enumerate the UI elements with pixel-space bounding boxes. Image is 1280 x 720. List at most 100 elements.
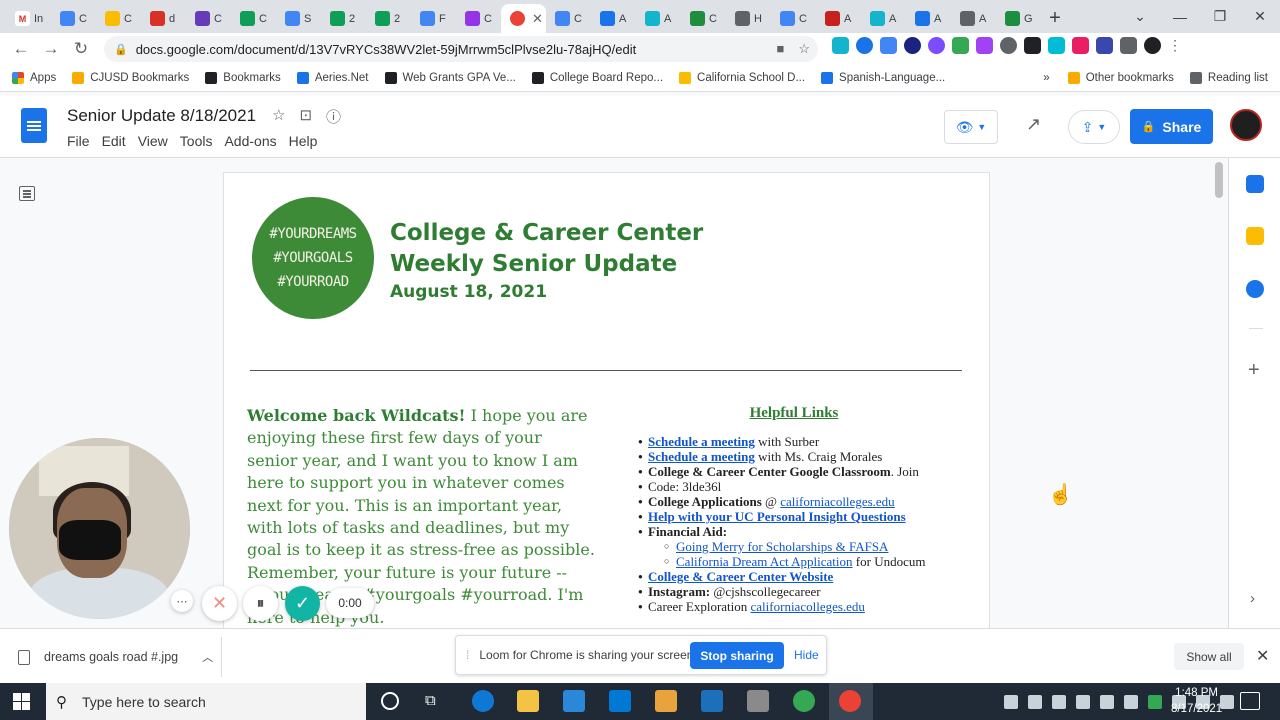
app-icon[interactable] xyxy=(747,690,769,712)
loom-more-icon[interactable]: ⋯ xyxy=(171,590,193,612)
address-bar[interactable]: 🔒 docs.google.com/document/d/13V7vRYCs38… xyxy=(104,36,818,62)
forward-button[interactable]: → xyxy=(36,39,66,59)
taskbar-clock[interactable]: 1:48 PM 8/17/2021 xyxy=(1171,685,1222,717)
back-button[interactable]: ← xyxy=(6,39,36,59)
extension-icon[interactable] xyxy=(928,37,945,54)
taskbar-search[interactable]: ⚲ Type here to search xyxy=(46,683,366,720)
reading-list[interactable]: Reading list xyxy=(1189,72,1268,84)
other-bookmarks[interactable]: Other bookmarks xyxy=(1067,72,1174,84)
browser-tab[interactable]: A xyxy=(816,4,861,33)
going-merry-link[interactable]: Going Merry for Scholarships & FAFSA xyxy=(676,539,888,554)
browser-tab[interactable]: C xyxy=(546,4,591,33)
settings-icon[interactable] xyxy=(1124,694,1138,709)
vertical-scrollbar[interactable] xyxy=(1215,162,1223,198)
extension-icon[interactable] xyxy=(1000,37,1017,54)
bluetooth-icon[interactable] xyxy=(1100,694,1114,709)
browser-tab[interactable]: ✕ xyxy=(501,4,546,33)
minimize-button[interactable]: — xyxy=(1160,9,1200,25)
browser-tab[interactable]: C xyxy=(771,4,816,33)
bookmark-item[interactable]: California School D... xyxy=(679,71,805,84)
present-button[interactable]: ⇪ ▼ xyxy=(1068,110,1120,144)
bookmark-item[interactable]: Apps xyxy=(12,71,56,84)
app-icon[interactable] xyxy=(701,690,723,712)
extension-icon[interactable] xyxy=(1048,37,1065,54)
bookmark-item[interactable]: Spanish-Language... xyxy=(821,71,945,84)
extension-icon[interactable] xyxy=(904,37,921,54)
notification-icon[interactable] xyxy=(1240,692,1260,710)
browser-tab[interactable]: C xyxy=(51,4,96,33)
browser-tab[interactable]: C xyxy=(681,4,726,33)
view-mode-button[interactable]: 👁 ▼ xyxy=(944,110,998,144)
reload-button[interactable]: ↻ xyxy=(66,39,96,59)
chrome-icon[interactable] xyxy=(793,690,815,712)
browser-tab[interactable]: d xyxy=(141,4,186,33)
tasks-icon[interactable] xyxy=(1246,280,1264,298)
calendar-icon[interactable] xyxy=(1246,175,1264,193)
microphone-icon[interactable] xyxy=(1076,694,1090,709)
schedule-meeting-link[interactable]: Schedule a meeting xyxy=(648,434,755,449)
schedule-meeting-link[interactable]: Schedule a meeting xyxy=(648,449,755,464)
extension-icon[interactable] xyxy=(952,37,969,54)
browser-tab[interactable]: A xyxy=(636,4,681,33)
extension-icon[interactable] xyxy=(880,37,897,54)
close-window-button[interactable]: ✕ xyxy=(1240,8,1280,25)
restore-button[interactable]: ❐ xyxy=(1200,8,1240,25)
browser-tab[interactable]: C xyxy=(456,4,501,33)
share-button[interactable]: 🔒 Share xyxy=(1130,109,1213,144)
hide-button[interactable]: Hide xyxy=(794,648,819,662)
star-icon[interactable]: ☆ xyxy=(272,106,285,127)
extension-icon[interactable] xyxy=(1072,37,1089,54)
docs-logo-icon[interactable] xyxy=(21,108,47,143)
browser-tab[interactable]: F xyxy=(411,4,456,33)
move-folder-icon[interactable]: ⊡ xyxy=(299,106,312,127)
extension-icon[interactable] xyxy=(1024,37,1041,54)
menu-tools[interactable]: Tools xyxy=(180,133,213,149)
add-addon-icon[interactable]: + xyxy=(1248,359,1260,382)
bookmark-item[interactable]: CJUSD Bookmarks xyxy=(72,71,189,84)
browser-tab[interactable]: 2 xyxy=(366,4,411,33)
ccc-website-link[interactable]: College & Career Center Website xyxy=(648,569,833,584)
browser-tab[interactable]: A xyxy=(951,4,996,33)
californiacolleges-link[interactable]: californiacolleges.edu xyxy=(780,494,894,509)
tray-app-icon[interactable] xyxy=(1148,694,1162,709)
document-page[interactable]: #YOURDREAMS #YOURGOALS #YOURROAD College… xyxy=(224,173,989,628)
tray-icon[interactable] xyxy=(1052,694,1066,709)
bookmark-item[interactable]: Bookmarks xyxy=(205,71,281,84)
browser-tab[interactable]: S xyxy=(276,4,321,33)
browser-tab[interactable]: A xyxy=(861,4,906,33)
chevron-up-icon[interactable]: ︿ xyxy=(202,649,213,665)
menu-edit[interactable]: Edit xyxy=(102,133,126,149)
menu-file[interactable]: File xyxy=(67,133,90,149)
extension-icon[interactable] xyxy=(976,37,993,54)
dream-act-link[interactable]: California Dream Act Application xyxy=(676,554,853,569)
bookmarks-overflow[interactable]: » xyxy=(1043,72,1049,84)
browser-tab[interactable]: A xyxy=(906,4,951,33)
bookmark-item[interactable]: College Board Repo... xyxy=(531,71,663,84)
edge-icon[interactable] xyxy=(472,690,494,712)
browser-tab[interactable]: M In xyxy=(6,4,51,33)
profile-menu-icon[interactable]: ⌄ xyxy=(1120,8,1160,25)
cortana-icon[interactable] xyxy=(381,692,399,710)
extension-icon[interactable] xyxy=(1096,37,1113,54)
document-outline-icon[interactable] xyxy=(19,186,35,201)
extension-icon[interactable] xyxy=(832,37,849,54)
close-download-bar-icon[interactable]: ✕ xyxy=(1256,646,1269,666)
loom-pause-icon[interactable]: ⏸ xyxy=(243,586,278,621)
bookmark-item[interactable]: Aeries.Net xyxy=(296,71,369,84)
account-avatar[interactable] xyxy=(1230,109,1262,141)
bookmark-star-icon[interactable]: ☆ xyxy=(798,41,810,57)
menu-view[interactable]: View xyxy=(138,133,168,149)
windows-start-icon[interactable] xyxy=(13,693,30,710)
mail-icon[interactable] xyxy=(609,690,631,712)
tray-icon[interactable] xyxy=(1004,694,1018,709)
document-title[interactable]: Senior Update 8/18/2021 xyxy=(67,106,256,126)
loom-camera-bubble[interactable] xyxy=(9,438,190,619)
loom-cancel-icon[interactable]: ✕ xyxy=(202,586,237,621)
loom-finish-icon[interactable]: ✓ xyxy=(285,586,320,621)
info-icon[interactable]: ⓘ xyxy=(326,106,341,127)
close-tab-icon[interactable]: ✕ xyxy=(532,11,543,27)
activity-trend-icon[interactable]: ↗ xyxy=(1026,114,1041,135)
puzzle-icon[interactable] xyxy=(1120,37,1137,54)
menu-help[interactable]: Help xyxy=(289,133,318,149)
extension-icon[interactable] xyxy=(856,37,873,54)
